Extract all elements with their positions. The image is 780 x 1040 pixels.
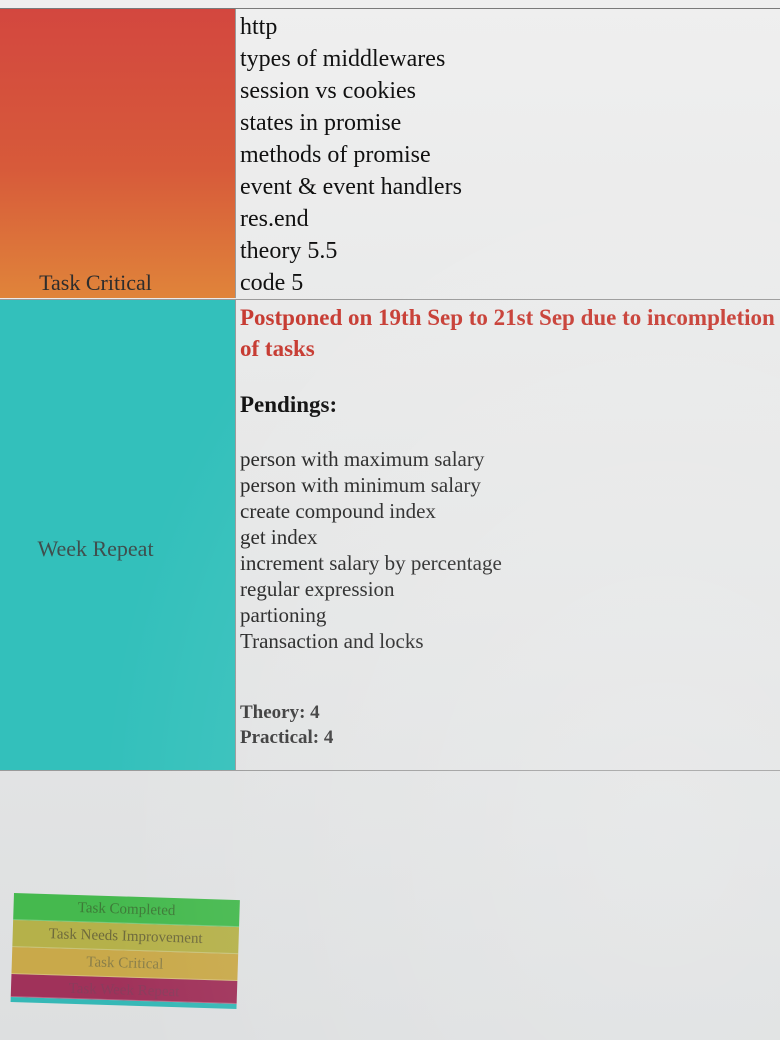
topic-item: states in promise: [240, 110, 402, 136]
topic-item: code 5: [240, 270, 304, 296]
task-table: Task Critical http types of middlewares …: [0, 8, 780, 771]
theory-score: Theory: 4: [240, 702, 320, 723]
table-row-week-repeat: Week Repeat Postponed on 19th Sep to 21s…: [0, 300, 780, 771]
status-label-critical: Task Critical: [39, 270, 152, 295]
status-label-week-repeat: Week Repeat: [37, 536, 154, 561]
pending-item: get index: [240, 525, 318, 549]
topic-item: res.end: [240, 206, 309, 232]
pending-item: increment salary by percentage: [240, 551, 502, 575]
topic-item: types of middlewares: [240, 46, 446, 72]
status-cell-week-repeat[interactable]: Week Repeat: [0, 300, 236, 770]
practical-score: Practical: 4: [240, 727, 334, 748]
status-legend: Task Completed Task Needs Improvement Ta…: [10, 893, 240, 1010]
pendings-list: person with maximum salary person with m…: [240, 446, 780, 654]
pending-item: Transaction and locks: [240, 629, 424, 653]
topic-item: http: [240, 14, 278, 40]
score-block: Theory: 4 Practical: 4: [240, 700, 780, 750]
pending-item: regular expression: [240, 577, 395, 601]
topic-item: event & event handlers: [240, 174, 462, 200]
pending-item: create compound index: [240, 499, 436, 523]
pending-item: partioning: [240, 603, 327, 627]
topics-cell-week-repeat[interactable]: Postponed on 19th Sep to 21st Sep due to…: [236, 300, 780, 770]
table-row-task-critical: Task Critical http types of middlewares …: [0, 9, 780, 300]
pending-item: person with maximum salary: [240, 447, 485, 471]
postponed-note: Postponed on 19th Sep to 21st Sep due to…: [240, 305, 775, 361]
status-cell-critical[interactable]: Task Critical: [0, 9, 236, 298]
spreadsheet-area: Task Critical http types of middlewares …: [0, 0, 780, 1040]
topic-item: methods of promise: [240, 142, 431, 168]
pending-item: person with minimum salary: [240, 473, 481, 497]
topics-cell-critical[interactable]: http types of middlewares session vs coo…: [236, 9, 780, 299]
topic-item: session vs cookies: [240, 78, 416, 104]
pendings-title: Pendings:: [240, 392, 338, 417]
topic-item: theory 5.5: [240, 238, 338, 264]
